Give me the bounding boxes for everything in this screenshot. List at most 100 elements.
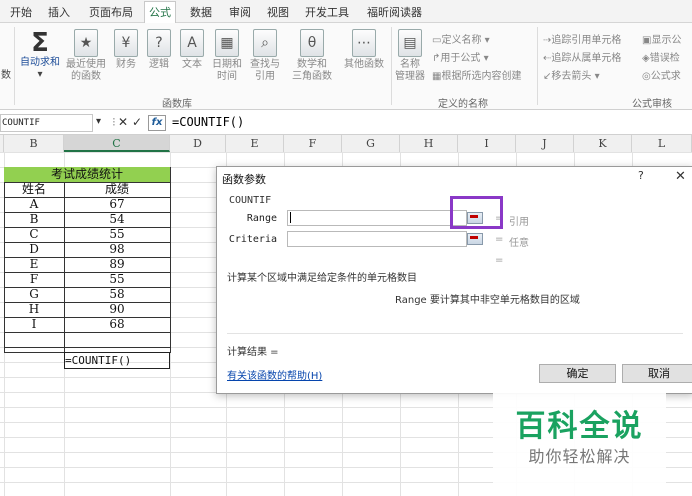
student-name-cell[interactable]: C	[4, 227, 64, 242]
dropdown-arrow-icon: ▾	[37, 69, 43, 80]
formula-input[interactable]: =COUNTIF()	[172, 115, 244, 129]
tab-page-layout[interactable]: 页面布局	[89, 4, 133, 20]
student-name-cell[interactable]: G	[4, 287, 64, 302]
column-header-g[interactable]: G	[342, 135, 400, 152]
student-name-cell[interactable]: D	[4, 242, 64, 257]
tab-developer[interactable]: 开发工具	[305, 4, 349, 20]
error-checking-label: 错误检	[649, 53, 680, 64]
table-title[interactable]: 考试成绩统计	[4, 167, 170, 182]
name-box-dropdown-icon[interactable]: ▾	[96, 115, 101, 129]
column-header-k[interactable]: K	[574, 135, 632, 152]
tab-foxit-reader[interactable]: 福昕阅读器	[367, 4, 422, 20]
column-header-c[interactable]: C	[64, 135, 170, 152]
trace-dependents-button[interactable]: ⇠追踪从属单元格	[543, 49, 621, 64]
score-cell[interactable]: 55	[64, 272, 170, 287]
logical-button[interactable]: ? 逻辑	[144, 29, 174, 71]
tab-insert[interactable]: 插入	[48, 4, 70, 20]
show-formulas-button[interactable]: ▣显示公	[642, 31, 681, 46]
recently-used-button[interactable]: ★ 最近使用 的函数	[64, 29, 108, 83]
header-name[interactable]: 姓名	[4, 182, 64, 197]
student-name-cell[interactable]: E	[4, 257, 64, 272]
tab-home[interactable]: 开始	[10, 4, 32, 20]
recently-used-label: 最近使用	[66, 59, 106, 70]
student-name-cell[interactable]: A	[4, 197, 64, 212]
tab-data[interactable]: 数据	[190, 4, 212, 20]
score-cell[interactable]: 89	[64, 257, 170, 272]
text-label: 文本	[182, 59, 202, 70]
dialog-title: 函数参数	[222, 173, 266, 186]
function-library-group-label: 函数库	[162, 99, 192, 110]
range-input[interactable]	[287, 210, 467, 226]
name-manager-button[interactable]: ▤ 名称 管理器	[393, 29, 427, 83]
column-header-i[interactable]: I	[458, 135, 516, 152]
column-header-b[interactable]: B	[4, 135, 64, 152]
financial-button[interactable]: ¥ 财务	[111, 29, 141, 71]
column-header-d[interactable]: D	[170, 135, 226, 152]
help-question-button[interactable]: ?	[638, 169, 644, 182]
column-header-j[interactable]: J	[516, 135, 574, 152]
column-header-l[interactable]: L	[632, 135, 692, 152]
define-name-label: 定义名称	[441, 35, 482, 46]
header-score[interactable]: 成绩	[64, 182, 170, 197]
student-name-cell[interactable]: B	[4, 212, 64, 227]
more-functions-button[interactable]: ⋯ 其他函数	[339, 29, 389, 71]
use-in-formula-label: 用于公式	[440, 53, 481, 64]
score-cell[interactable]: 58	[64, 287, 170, 302]
define-name-button[interactable]: ▭定义名称 ▾	[432, 31, 490, 46]
active-cell-formula[interactable]: =COUNTIF()	[64, 352, 170, 369]
ok-button[interactable]: 确定	[539, 364, 616, 383]
calendar-icon: ▦	[215, 29, 239, 57]
group-divider	[537, 27, 538, 105]
name-manager-label2: 管理器	[395, 71, 425, 82]
cancel-entry-icon[interactable]: ✕	[118, 115, 128, 129]
student-name-cell[interactable]: I	[4, 317, 64, 332]
error-checking-button[interactable]: ◈错误检	[642, 49, 680, 64]
logical-icon: ?	[147, 29, 171, 57]
column-header-f[interactable]: F	[284, 135, 342, 152]
remove-arrows-button[interactable]: ↙移去箭头 ▾	[543, 67, 600, 82]
score-cell[interactable]: 55	[64, 227, 170, 242]
dialog-divider	[227, 333, 683, 334]
ribbon: 数 Σ 自动求和 ▾ ★ 最近使用 的函数 ¥ 财务 ? 逻辑 A 文本 ▦ 日…	[0, 23, 692, 110]
lookup-sub: 引用	[255, 71, 275, 82]
range-label: Range	[246, 213, 277, 224]
highlight-box	[450, 196, 503, 229]
score-cell[interactable]: 54	[64, 212, 170, 227]
group-divider	[14, 27, 15, 105]
date-time-button[interactable]: ▦ 日期和 时间	[209, 29, 245, 83]
name-box[interactable]: COUNTIF	[0, 114, 93, 132]
column-header-h[interactable]: H	[400, 135, 458, 152]
lookup-reference-button[interactable]: ⌕ 查找与 引用	[247, 29, 283, 83]
insert-function-partial-label: 数	[1, 70, 11, 81]
logical-label: 逻辑	[149, 59, 169, 70]
score-cell[interactable]: 98	[64, 242, 170, 257]
evaluate-formula-label: 公式求	[650, 71, 681, 82]
score-cell[interactable]: 67	[64, 197, 170, 212]
tab-formulas[interactable]: 公式	[144, 1, 176, 24]
autosum-button[interactable]: Σ 自动求和 ▾	[17, 29, 63, 81]
insert-function-button[interactable]: fx	[148, 115, 166, 131]
create-from-selection-button[interactable]: ▦根据所选内容创建	[432, 67, 521, 82]
trace-precedents-button[interactable]: ⇢追踪引用单元格	[543, 31, 621, 46]
date-time-sub: 时间	[217, 71, 237, 82]
text-button[interactable]: A 文本	[177, 29, 207, 71]
student-name-cell[interactable]: H	[4, 302, 64, 317]
use-in-formula-button[interactable]: ↱用于公式 ▾	[432, 49, 489, 64]
criteria-label: Criteria	[228, 234, 277, 245]
confirm-entry-icon[interactable]: ✓	[132, 115, 142, 129]
watermark-subtitle: 助你轻松解决	[528, 447, 631, 466]
column-header-e[interactable]: E	[226, 135, 284, 152]
score-cell[interactable]: 90	[64, 302, 170, 317]
function-help-link[interactable]: 有关该函数的帮助(H)	[227, 367, 322, 382]
dialog-close-button[interactable]: ✕	[675, 169, 686, 184]
evaluate-formula-button[interactable]: ◎公式求	[642, 67, 681, 82]
cancel-button[interactable]: 取消	[622, 364, 692, 383]
tab-review[interactable]: 审阅	[229, 4, 251, 20]
tab-view[interactable]: 视图	[267, 4, 289, 20]
criteria-collapse-button[interactable]	[467, 233, 483, 245]
criteria-input[interactable]	[287, 231, 467, 247]
math-trig-button[interactable]: θ 数学和 三角函数	[287, 29, 337, 83]
autosum-label: 自动求和	[20, 57, 60, 68]
score-cell[interactable]: 68	[64, 317, 170, 332]
student-name-cell[interactable]: F	[4, 272, 64, 287]
